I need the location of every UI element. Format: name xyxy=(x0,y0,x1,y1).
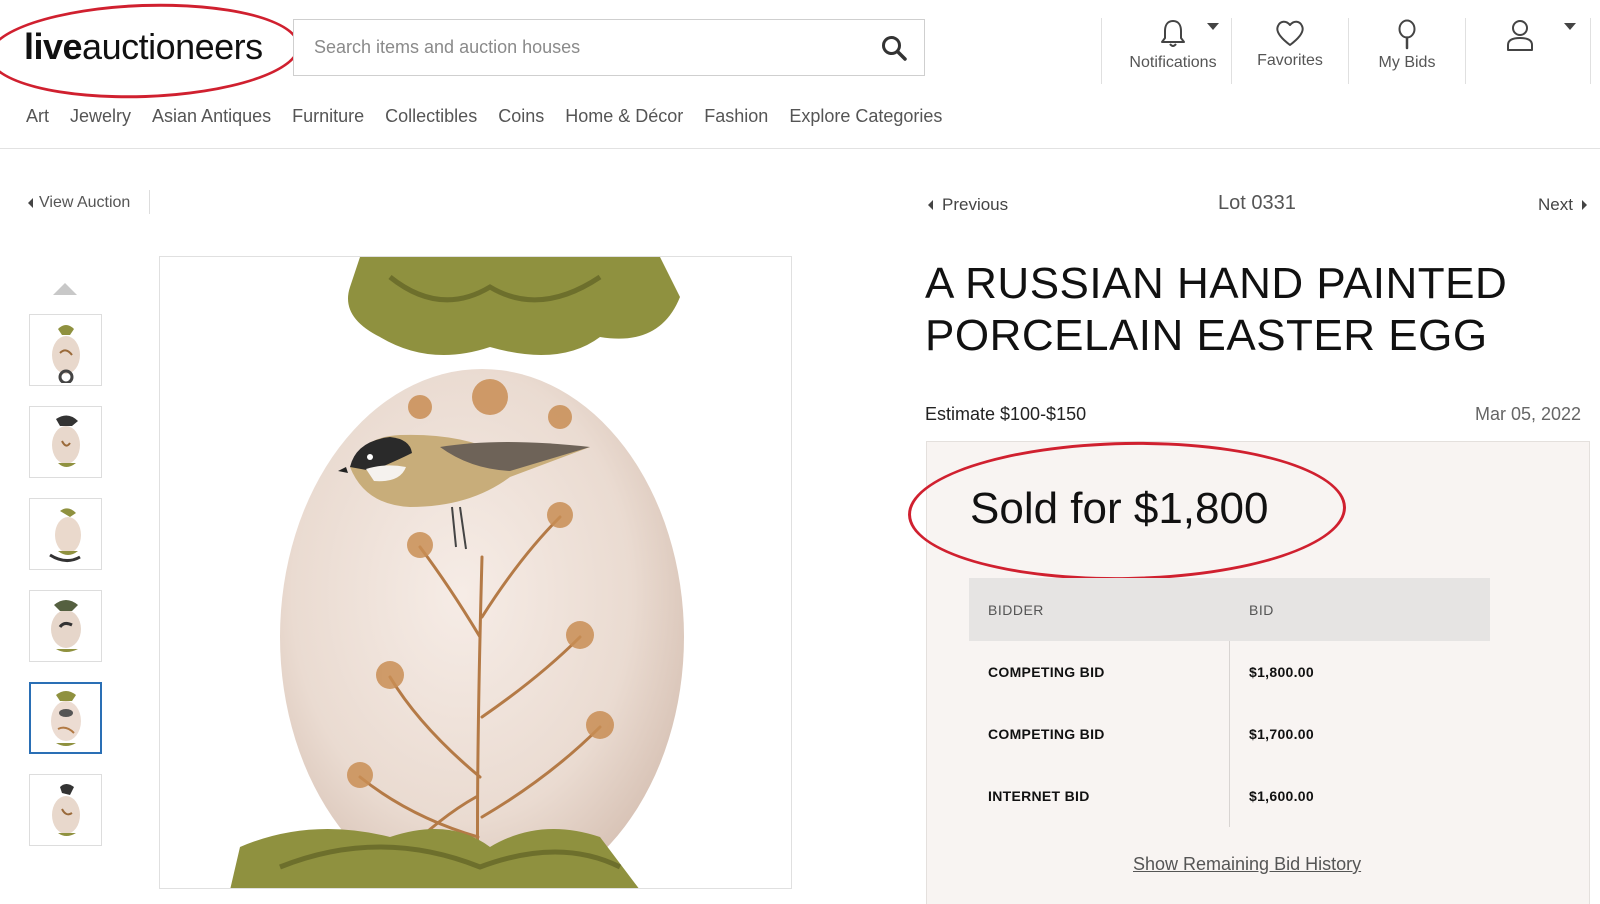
chevron-left-icon xyxy=(928,200,933,210)
search-input[interactable] xyxy=(314,20,854,75)
chevron-left-icon xyxy=(28,198,33,208)
bid-table-header: BIDDER BID xyxy=(969,578,1490,641)
lot-estimate: Estimate $100-$150 xyxy=(925,404,1087,424)
nav-item-home-decor[interactable]: Home & Décor xyxy=(565,106,683,127)
category-nav: Art Jewelry Asian Antiques Furniture Col… xyxy=(26,106,942,127)
bell-icon xyxy=(1161,20,1185,47)
thumbnail[interactable] xyxy=(29,774,102,846)
next-label: Next xyxy=(1538,195,1573,214)
bid-history-table: BIDDER BID COMPETING BID $1,800.00 COMPE… xyxy=(969,578,1490,827)
next-lot-link[interactable]: Next xyxy=(1538,195,1587,215)
table-row: INTERNET BID $1,600.00 xyxy=(969,765,1490,827)
nav-item-fashion[interactable]: Fashion xyxy=(704,106,768,127)
bid-amount-cell: $1,700.00 xyxy=(1249,726,1314,742)
egg-thumbnail-image xyxy=(51,784,80,836)
view-auction-label: View Auction xyxy=(39,194,131,211)
search-icon xyxy=(882,36,907,61)
thumbnail-selected[interactable] xyxy=(29,682,102,754)
header-divider xyxy=(1590,18,1591,84)
table-row: COMPETING BID $1,800.00 xyxy=(969,641,1490,703)
bidder-cell: COMPETING BID xyxy=(969,641,1230,703)
thumbnails-scroll-up-icon[interactable] xyxy=(53,283,77,295)
bidder-cell: INTERNET BID xyxy=(969,765,1230,827)
my-bids-label: My Bids xyxy=(1378,54,1436,71)
header-divider xyxy=(1465,18,1466,84)
egg-thumbnail-image xyxy=(51,325,80,383)
nav-item-coins[interactable]: Coins xyxy=(498,106,544,127)
nav-item-furniture[interactable]: Furniture xyxy=(292,106,364,127)
nav-item-asian-antiques[interactable]: Asian Antiques xyxy=(152,106,271,127)
chevron-right-icon xyxy=(1581,200,1587,210)
nav-item-art[interactable]: Art xyxy=(26,106,49,127)
lot-number: Lot 0331 xyxy=(1218,192,1296,214)
bid-amount-cell: $1,800.00 xyxy=(1249,664,1314,680)
header-divider-line xyxy=(0,148,1600,149)
paddle-icon xyxy=(1398,19,1416,50)
logo-annotation-ring xyxy=(0,0,302,104)
notifications-caret-icon[interactable] xyxy=(1207,23,1219,30)
previous-lot-link[interactable]: Previous xyxy=(928,195,1008,215)
user-icon xyxy=(1507,20,1533,51)
header-divider xyxy=(1101,18,1102,84)
lot-title: A RUSSIAN HAND PAINTED PORCELAIN EASTER … xyxy=(925,259,1508,360)
egg-thumbnail-image xyxy=(50,600,81,652)
nav-item-collectibles[interactable]: Collectibles xyxy=(385,106,477,127)
view-auction-link[interactable]: View Auction xyxy=(28,194,130,212)
table-row: COMPETING BID $1,700.00 xyxy=(969,703,1490,765)
heart-icon xyxy=(1276,20,1304,46)
thumbnail[interactable] xyxy=(29,406,102,478)
bid-amount-cell: $1,600.00 xyxy=(1249,788,1314,804)
egg-thumbnail-image xyxy=(50,691,81,746)
bid-column-header: BID xyxy=(1249,601,1274,618)
egg-thumbnail-image xyxy=(48,508,81,562)
thumbnail[interactable] xyxy=(29,498,102,570)
thumbnail[interactable] xyxy=(29,590,102,662)
bidder-cell: COMPETING BID xyxy=(969,703,1230,765)
favorites-label: Favorites xyxy=(1257,52,1323,69)
main-lot-image[interactable] xyxy=(159,256,792,889)
thumbnail[interactable] xyxy=(29,314,102,386)
nav-item-jewelry[interactable]: Jewelry xyxy=(70,106,131,127)
search-button[interactable] xyxy=(878,32,910,64)
account-caret-icon[interactable] xyxy=(1564,23,1576,30)
auction-date: Mar 05, 2022 xyxy=(1475,404,1582,424)
show-remaining-bid-history-link[interactable]: Show Remaining Bid History xyxy=(1133,854,1361,875)
favorites-button[interactable]: Favorites xyxy=(1232,18,1348,84)
notifications-label: Notifications xyxy=(1129,54,1217,71)
my-bids-button[interactable]: My Bids xyxy=(1349,18,1465,84)
egg-thumbnail-image xyxy=(51,415,80,467)
bidder-column-header: BIDDER xyxy=(988,601,1044,618)
previous-label: Previous xyxy=(942,195,1009,214)
subbar-divider xyxy=(149,190,150,214)
nav-item-explore-categories[interactable]: Explore Categories xyxy=(789,106,942,127)
search-bar xyxy=(293,19,925,76)
porcelain-egg-image xyxy=(230,257,684,888)
account-button[interactable] xyxy=(1490,18,1550,84)
